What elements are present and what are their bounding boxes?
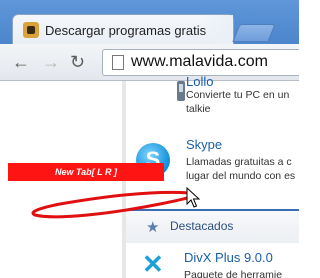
mouse-cursor-icon <box>186 187 200 208</box>
mouse-gesture-trail <box>31 190 192 219</box>
browser-screenshot: Descargar programas gratis ← → ↻ www.mal… <box>0 0 299 278</box>
